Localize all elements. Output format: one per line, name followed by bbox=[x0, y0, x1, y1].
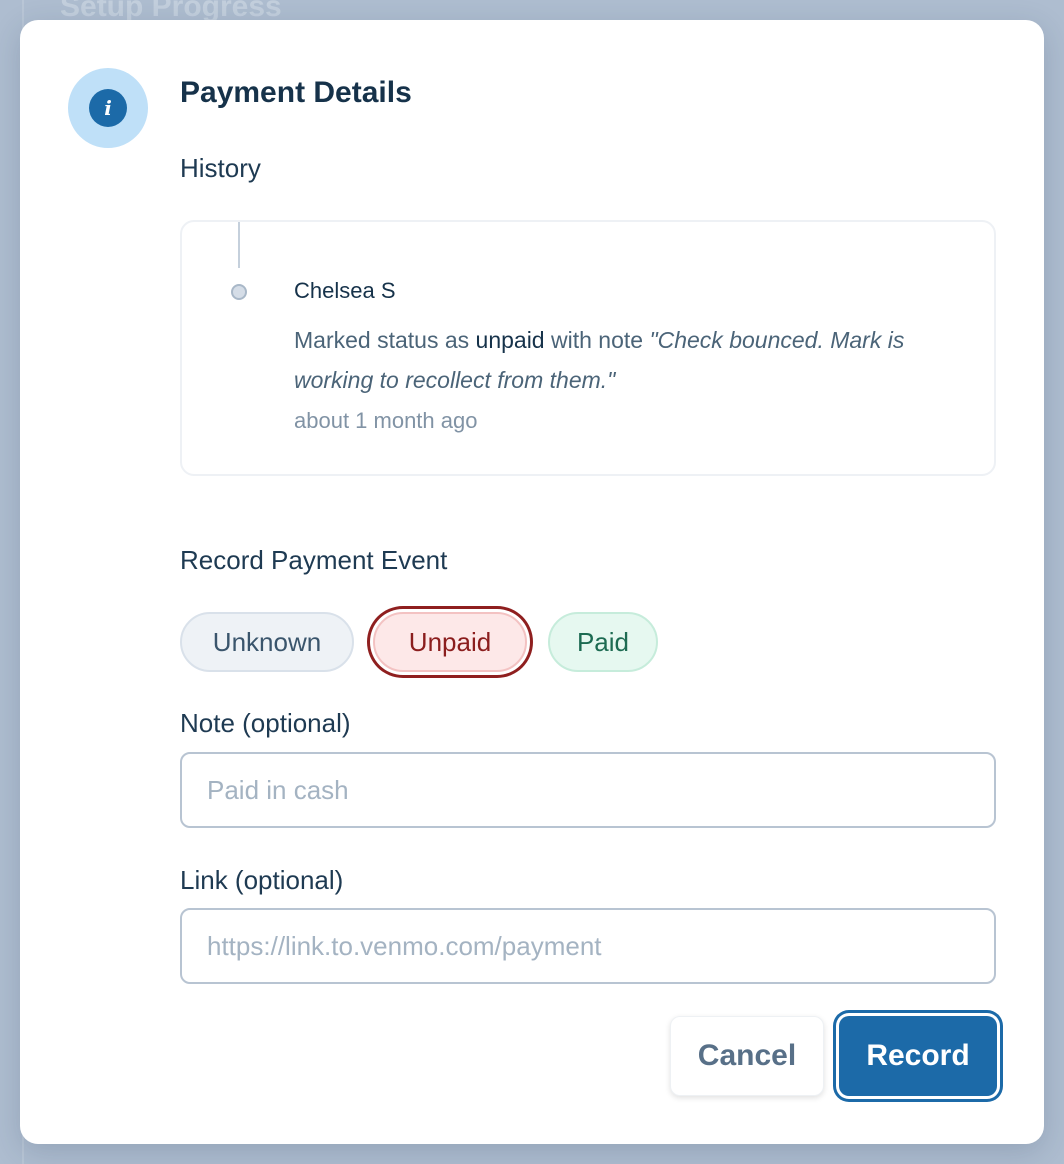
event-middle: with note bbox=[544, 327, 650, 353]
event-status: unpaid bbox=[475, 327, 545, 353]
note-input[interactable] bbox=[180, 752, 996, 828]
timeline-line bbox=[238, 222, 240, 268]
info-icon-badge: i bbox=[68, 68, 148, 148]
cancel-button[interactable]: Cancel bbox=[670, 1016, 824, 1096]
info-icon: i bbox=[89, 89, 127, 127]
modal-title: Payment Details bbox=[180, 76, 412, 109]
link-input[interactable] bbox=[180, 908, 996, 984]
timeline-dot bbox=[231, 284, 247, 300]
status-unknown-button[interactable]: Unknown bbox=[180, 612, 354, 672]
event-prefix: Marked status as bbox=[294, 327, 476, 353]
history-event-user: Chelsea S bbox=[294, 278, 396, 303]
record-button[interactable]: Record bbox=[839, 1016, 997, 1096]
history-event-description: Marked status as unpaid with note "Check… bbox=[294, 320, 964, 400]
history-heading: History bbox=[180, 153, 261, 183]
history-event-time: about 1 month ago bbox=[294, 408, 478, 433]
record-payment-heading: Record Payment Event bbox=[180, 545, 448, 575]
payment-details-modal: i Payment Details History Chelsea S Mark… bbox=[20, 20, 1044, 1144]
status-unpaid-button[interactable]: Unpaid bbox=[373, 612, 527, 672]
note-field-label: Note (optional) bbox=[180, 708, 351, 738]
history-card: Chelsea S Marked status as unpaid with n… bbox=[180, 220, 996, 476]
link-field-label: Link (optional) bbox=[180, 865, 344, 895]
status-paid-button[interactable]: Paid bbox=[548, 612, 658, 672]
